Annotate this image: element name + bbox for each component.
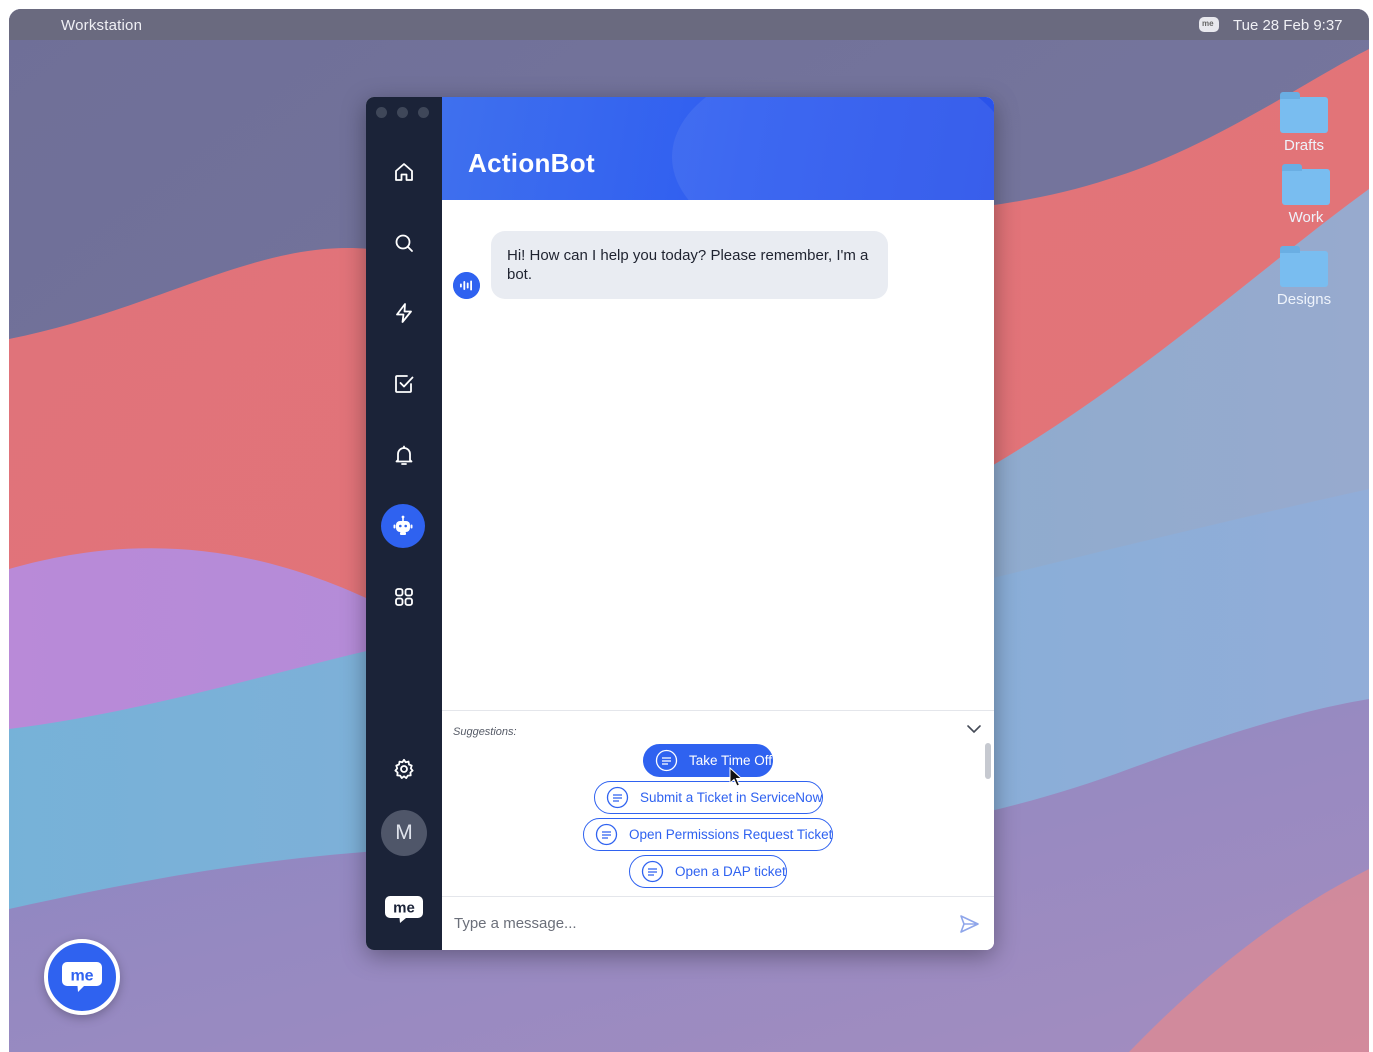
bot-avatar-icon [453, 272, 480, 299]
me-logo-text: me [70, 968, 93, 985]
message-input[interactable] [454, 909, 924, 937]
sidebar-item-home[interactable] [384, 152, 424, 192]
tray-icon-text: me [1202, 19, 1214, 28]
folder-icon [1280, 246, 1328, 287]
window-zoom-dot[interactable] [418, 107, 429, 118]
sidebar-item-apps[interactable] [384, 577, 424, 617]
menubar: Workstation me Tue 28 Feb 9:37 [9, 9, 1369, 40]
chat-bubble-icon [655, 749, 678, 772]
chat-header: ActionBot [442, 97, 994, 200]
desktop-folder-work[interactable]: Work [1276, 164, 1336, 226]
folder-label: Designs [1276, 291, 1332, 308]
me-logo-icon[interactable]: me [384, 894, 424, 924]
chat-transcript: Hi! How can I help you today? Please rem… [442, 200, 994, 710]
gear-icon [394, 758, 414, 779]
actionbot-window: M me ActionBot Hi! How can I help you to… [366, 97, 994, 950]
desktop-folder-drafts[interactable]: Drafts [1274, 92, 1334, 154]
header-decoration [672, 97, 994, 200]
suggestion-open-permissions[interactable]: Open Permissions Request Ticket [583, 818, 834, 851]
desktop-folder-designs[interactable]: Designs [1274, 246, 1334, 308]
grid-icon [395, 588, 413, 606]
page-title: ActionBot [468, 148, 595, 178]
avatar[interactable]: M [381, 810, 427, 856]
suggestions-label: Suggestions: [453, 726, 517, 738]
window-minimize-dot[interactable] [397, 107, 408, 118]
folder-label: Drafts [1283, 137, 1324, 154]
sidebar-item-notifications[interactable] [384, 435, 424, 475]
me-logo-text: me [393, 900, 415, 917]
chat-bubble-icon [641, 860, 664, 883]
home-icon [395, 163, 413, 181]
suggestion-label: Open Permissions Request Ticket [629, 827, 833, 842]
me-tray-icon[interactable]: me [1199, 17, 1219, 32]
bot-message-bubble: Hi! How can I help you today? Please rem… [491, 231, 888, 299]
suggestion-open-dap[interactable]: Open a DAP ticket [629, 855, 787, 888]
sidebar: M me [366, 97, 442, 950]
sidebar-item-settings[interactable] [384, 749, 424, 789]
suggestion-label: Open a DAP ticket [675, 864, 786, 879]
sidebar-item-actionbot[interactable] [381, 504, 425, 548]
checkbox-icon [395, 375, 414, 393]
robot-icon [393, 515, 413, 535]
suggestions-scrollbar[interactable] [985, 743, 991, 779]
me-launcher-button[interactable]: me [44, 939, 120, 1015]
menubar-clock: Tue 28 Feb 9:37 [1233, 17, 1343, 34]
search-icon [395, 234, 413, 252]
window-close-dot[interactable] [376, 107, 387, 118]
chat-bubble-icon [606, 786, 629, 809]
me-logo-icon: me [62, 962, 102, 992]
sidebar-item-actions[interactable] [384, 293, 424, 333]
folder-label: Work [1288, 209, 1324, 226]
workstation-title: Workstation [61, 17, 143, 34]
bell-icon [395, 445, 413, 465]
sidebar-item-search[interactable] [384, 223, 424, 263]
lightning-icon [396, 303, 412, 323]
folder-icon [1282, 164, 1330, 205]
message-composer [442, 896, 994, 950]
folder-icon [1280, 92, 1328, 133]
sidebar-item-tasks[interactable] [384, 364, 424, 404]
send-icon[interactable] [958, 913, 980, 935]
mouse-cursor-icon [729, 767, 743, 787]
suggestion-label: Submit a Ticket in ServiceNow [640, 790, 823, 805]
chat-bubble-icon [595, 823, 618, 846]
suggestion-label: Take Time Off [689, 753, 773, 768]
chevron-down-icon[interactable] [966, 723, 982, 735]
suggestion-take-time-off[interactable]: Take Time Off [643, 744, 774, 777]
suggestion-submit-servicenow[interactable]: Submit a Ticket in ServiceNow [594, 781, 824, 814]
suggestions-panel: Suggestions: Take Time Off Submit a Tick… [442, 710, 994, 896]
